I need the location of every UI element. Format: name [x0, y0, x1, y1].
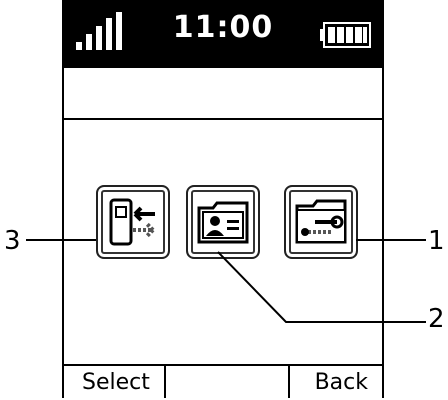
data-transfer-tile[interactable] [96, 185, 170, 259]
back-softkey[interactable]: Back [315, 366, 368, 398]
settings-tile[interactable] [284, 185, 358, 259]
softkey-bar: Select Back [64, 364, 382, 398]
title-strip [64, 68, 382, 120]
softkey-divider-left [164, 366, 166, 398]
data-transfer-icon [109, 198, 155, 246]
contact-card-tile[interactable] [186, 185, 260, 259]
battery-full-icon [320, 22, 371, 48]
select-softkey[interactable]: Select [82, 366, 150, 398]
callout-3-label: 3 [4, 226, 21, 256]
phone-screen: 11:00 Select Back [62, 0, 384, 398]
status-bar: 11:00 [64, 0, 382, 68]
settings-folder-icon [295, 199, 347, 244]
callout-1-label: 1 [428, 226, 445, 256]
softkey-divider-right [288, 366, 290, 398]
contact-card-folder-icon [197, 201, 249, 244]
callout-2-label: 2 [428, 304, 445, 334]
